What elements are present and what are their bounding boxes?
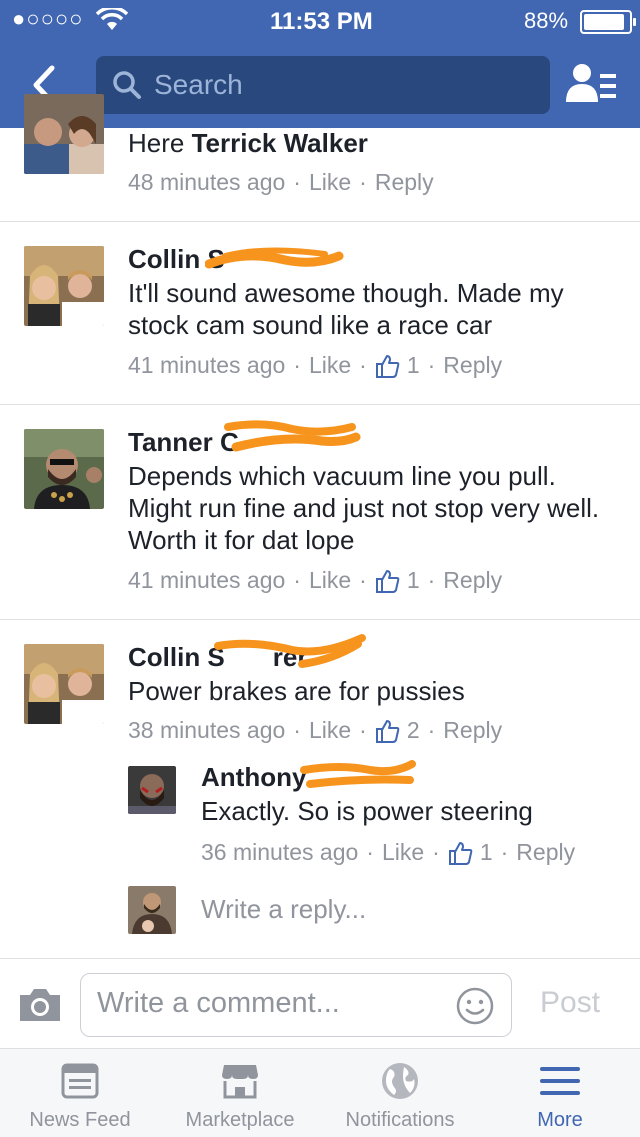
reply-link[interactable]: Reply: [516, 839, 575, 866]
comment-item: Collin S It'll sound awesome though. Mad…: [0, 222, 640, 405]
avatar[interactable]: [24, 429, 104, 509]
comment-item: Here Terrick Walker 48 minutes ago · Lik…: [0, 94, 640, 222]
search-icon: [113, 71, 141, 99]
comment-time: 41 minutes ago: [128, 567, 286, 593]
wifi-icon: [96, 8, 128, 30]
tab-more[interactable]: More: [480, 1049, 640, 1137]
comment-time: 38 minutes ago: [128, 717, 286, 743]
write-reply-input[interactable]: Write a reply...: [128, 886, 608, 936]
like-link[interactable]: Like: [309, 567, 351, 594]
comment-text: Depends which vacuum line you pull. Migh…: [128, 461, 600, 555]
comment-composer: Write a comment... Post: [0, 958, 640, 1049]
thumbs-up-icon[interactable]: [375, 718, 401, 744]
reply-author[interactable]: Anthony: [201, 762, 306, 793]
thumbs-up-icon[interactable]: [375, 568, 401, 594]
reply-time: 36 minutes ago: [201, 839, 359, 865]
tab-marketplace[interactable]: Marketplace: [160, 1049, 320, 1137]
comment-meta: 41 minutes ago · Like · 1 · Reply: [128, 352, 503, 379]
like-link[interactable]: Like: [309, 352, 351, 379]
thumbs-up-icon[interactable]: [375, 353, 401, 379]
write-reply-placeholder: Write a reply...: [201, 894, 367, 924]
redaction-scribble: [205, 247, 344, 269]
tab-label: Notifications: [345, 1109, 455, 1131]
reply-link[interactable]: Reply: [443, 717, 502, 744]
avatar[interactable]: [128, 766, 176, 814]
avatar[interactable]: [24, 94, 104, 174]
tab-bar: News Feed Marketplace Notifications More: [0, 1048, 640, 1137]
marketplace-icon: [222, 1065, 258, 1099]
search-input[interactable]: Search: [96, 56, 550, 114]
reaction-count[interactable]: 1: [407, 352, 420, 379]
menu-icon: [540, 1067, 580, 1095]
avatar: [128, 886, 176, 934]
comment-meta: 38 minutes ago · Like · 2 · Reply: [128, 717, 503, 744]
comment-text: It'll sound awesome though. Made my stoc…: [128, 278, 564, 340]
reaction-count[interactable]: 2: [407, 717, 420, 744]
comment-text: Power brakes are for pussies: [128, 676, 465, 706]
comment-placeholder: Write a comment...: [97, 987, 340, 1019]
tab-label: More: [537, 1109, 583, 1131]
redaction-scribble: [300, 760, 416, 788]
redaction-scribble: [214, 634, 366, 668]
comment-meta: 48 minutes ago · Like · Reply: [128, 169, 434, 196]
tab-label: Marketplace: [185, 1109, 295, 1131]
comment-item: Collin Srer Power brakes are for pussies…: [0, 620, 640, 958]
tab-notifications[interactable]: Notifications: [320, 1049, 480, 1137]
tab-news-feed[interactable]: News Feed: [0, 1049, 160, 1137]
signal-strength: ●○○○○: [12, 6, 84, 31]
reaction-count[interactable]: 1: [480, 839, 493, 866]
avatar[interactable]: [24, 246, 104, 326]
like-link[interactable]: Like: [309, 169, 351, 196]
comment-meta: 41 minutes ago · Like · 1 · Reply: [128, 567, 503, 594]
tab-label: News Feed: [29, 1109, 131, 1131]
comment-item: Tanner C Depends which vacuum line you p…: [0, 405, 640, 619]
friends-list-icon[interactable]: [566, 62, 618, 106]
reply-text: Exactly. So is power steering: [201, 796, 533, 826]
reply-link[interactable]: Reply: [443, 567, 502, 594]
like-link[interactable]: Like: [382, 839, 424, 866]
battery-icon: [580, 10, 636, 34]
post-button[interactable]: Post: [540, 986, 600, 1020]
comment-author: Here Terrick Walker: [128, 128, 368, 158]
battery-percent: 88%: [524, 8, 569, 33]
news-feed-icon: [61, 1063, 99, 1099]
smiley-icon[interactable]: [455, 986, 495, 1026]
reply-item: Anthony Exactly. So is power steering 36…: [0, 760, 640, 870]
reply-link[interactable]: Reply: [375, 169, 434, 196]
comment-time: 48 minutes ago: [128, 169, 286, 195]
comment-input[interactable]: Write a comment...: [80, 973, 512, 1037]
avatar[interactable]: [24, 644, 104, 724]
reply-meta: 36 minutes ago · Like · 1 · Reply: [201, 839, 576, 866]
status-time: 11:53 PM: [270, 8, 373, 35]
reaction-count[interactable]: 1: [407, 567, 420, 594]
comment-time: 41 minutes ago: [128, 352, 286, 378]
redaction-scribble: [224, 420, 361, 452]
camera-icon[interactable]: [18, 987, 62, 1023]
reply-link[interactable]: Reply: [443, 352, 502, 379]
mention-link[interactable]: Terrick Walker: [192, 128, 368, 158]
like-link[interactable]: Like: [309, 717, 351, 744]
thumbs-up-icon[interactable]: [448, 840, 474, 866]
search-placeholder: Search: [154, 69, 243, 100]
globe-icon: [382, 1063, 418, 1099]
